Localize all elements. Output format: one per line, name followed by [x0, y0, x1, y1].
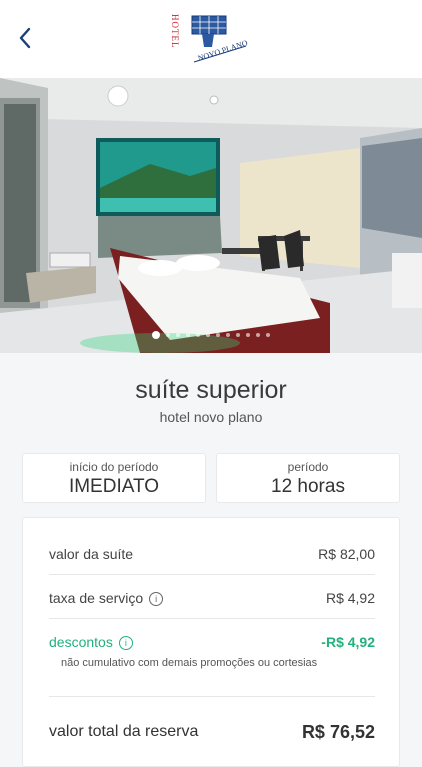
hotel-logo: HOTEL NOVO PLANO — [170, 14, 249, 63]
service-fee-label: taxa de serviço — [49, 589, 144, 606]
start-period-label: início do período — [69, 460, 159, 474]
discounts-note: não cumulativo com demais promoções ou c… — [61, 657, 318, 669]
total-amount: R$ 76,52 — [301, 721, 375, 742]
hotel-name: hotel novo plano — [159, 409, 263, 425]
top-bar: HOTEL NOVO PLANO — [0, 0, 422, 78]
gallery-dot[interactable] — [246, 333, 250, 337]
suite-photo[interactable] — [0, 78, 422, 353]
start-period-value: IMEDIATO — [68, 476, 160, 497]
period-selector[interactable]: período 12 horas — [216, 453, 400, 503]
svg-text:HOTEL: HOTEL — [170, 14, 180, 49]
gallery-dot[interactable] — [266, 333, 270, 337]
gallery-dot[interactable] — [206, 333, 210, 337]
start-period-selector[interactable]: início do período IMEDIATO — [22, 453, 206, 503]
service-fee-amount: R$ 4,92 — [325, 590, 375, 606]
gallery-dot[interactable] — [176, 333, 180, 337]
gallery-dot-active[interactable] — [152, 331, 160, 339]
info-icon[interactable]: i — [149, 592, 164, 607]
period-label: período — [287, 460, 329, 474]
gallery-dot[interactable] — [256, 333, 260, 337]
suite-value-label: valor da suíte — [49, 546, 134, 562]
discounts-label: descontos — [49, 633, 113, 650]
gallery-pagination — [0, 331, 422, 339]
divider — [49, 696, 375, 697]
suite-room-image — [0, 78, 422, 353]
divider — [49, 618, 375, 619]
suite-value-row: valor da suíte R$ 82,00 — [49, 532, 375, 576]
gallery-dot[interactable] — [226, 333, 230, 337]
service-fee-row: taxa de serviço i R$ 4,92 — [49, 576, 375, 620]
gallery-dot[interactable] — [216, 333, 220, 337]
gallery-dot[interactable] — [236, 333, 240, 337]
suite-value-amount: R$ 82,00 — [318, 546, 375, 562]
period-value: 12 horas — [271, 476, 345, 497]
gallery-dot[interactable] — [186, 333, 190, 337]
gallery-dot[interactable] — [166, 333, 170, 337]
discounts-amount: -R$ 4,92 — [321, 634, 375, 650]
price-summary-card: valor da suíte R$ 82,00 taxa de serviço i… — [22, 517, 400, 767]
total-row: valor total da reserva R$ 76,52 — [49, 710, 375, 754]
gallery-dot[interactable] — [196, 333, 200, 337]
info-icon[interactable]: i — [118, 636, 133, 651]
suite-name: suíte superior — [135, 376, 287, 404]
divider — [49, 574, 375, 575]
total-label: valor total da reserva — [49, 723, 199, 740]
back-chevron-icon[interactable] — [18, 26, 42, 52]
